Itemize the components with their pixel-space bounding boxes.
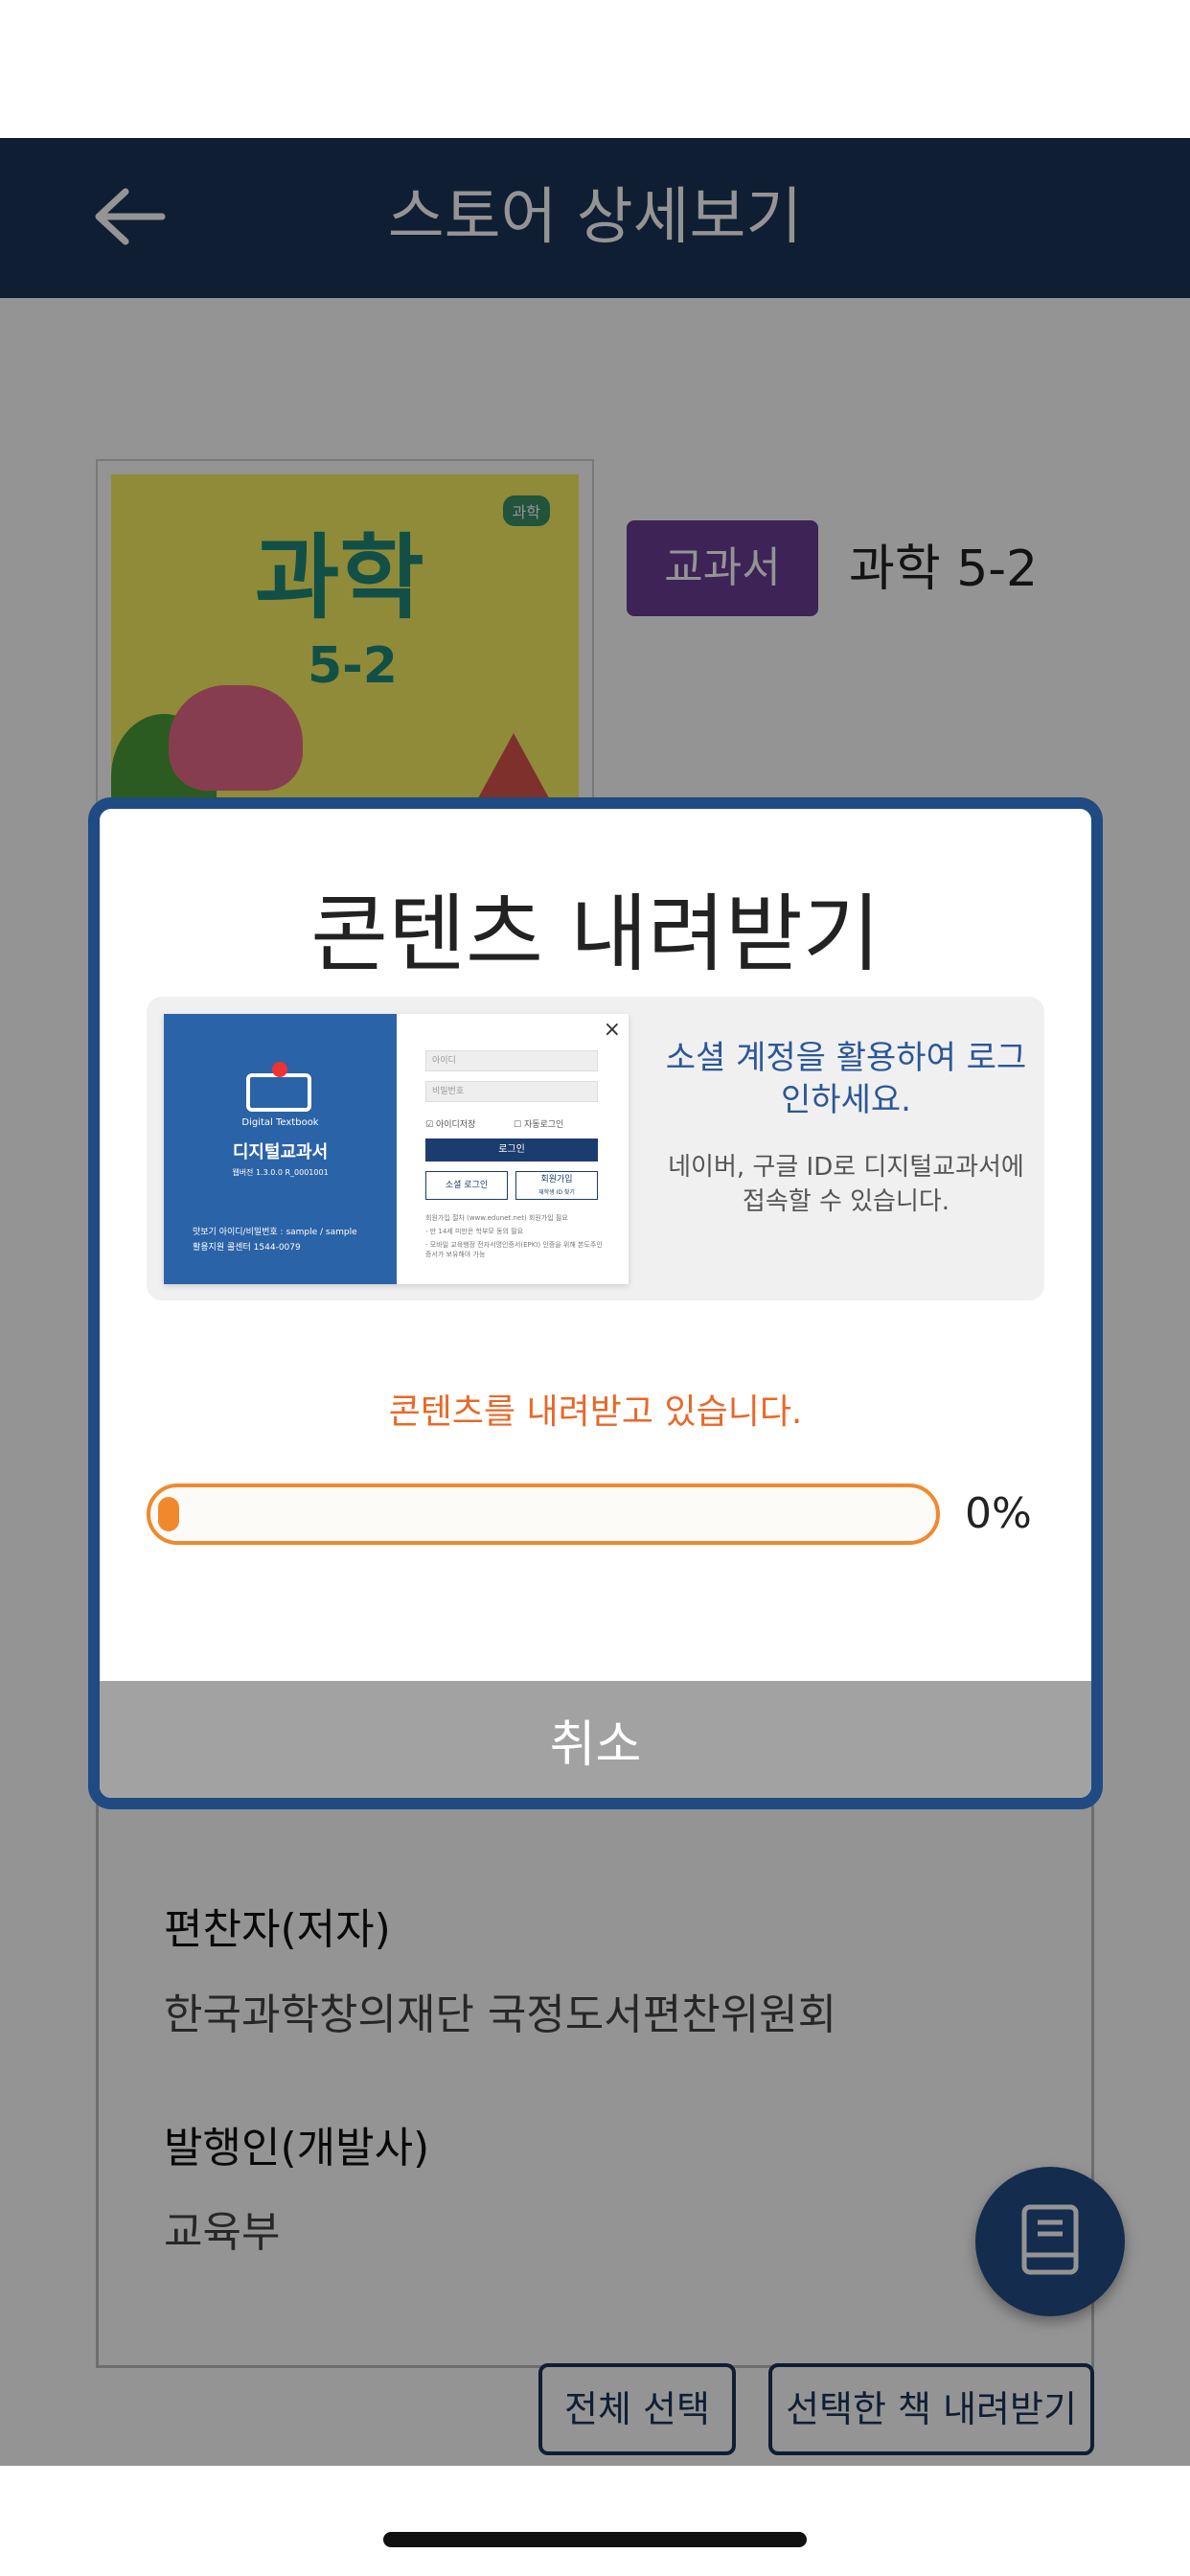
note-1: 회원가입 절차 (www.edunet.net) 회원가입 필요 (425, 1214, 568, 1222)
download-status: 콘텐츠를 내려받고 있습니다. (388, 1392, 803, 1432)
progress-fill (158, 1497, 179, 1531)
home-indicator (383, 2532, 807, 2547)
promo-title: 소셜 계정을 활용하여 로그인하세요. (665, 1039, 1027, 1119)
app-name: 디지털교과서 (232, 1142, 329, 1162)
login-form-preview: × 아이디 비밀번호 ☑ 아이디저장 ☐ 자동로그인 로그인 소셜 로그인 회원… (397, 1014, 629, 1284)
login-screenshot: Digital Textbook 디지털교과서 웹버전 1.3.0.0 R_00… (164, 1014, 629, 1284)
progress-percent: 0% (965, 1489, 1032, 1538)
save-id-check: ☑ 아이디저장 (425, 1120, 476, 1130)
auto-login-check: ☐ 자동로그인 (514, 1120, 564, 1130)
download-progress-bar (147, 1484, 940, 1545)
login-button-preview: 로그인 (425, 1138, 598, 1162)
note-2: - 만 14세 미만은 학부모 동의 필요 (425, 1228, 524, 1235)
note-3: - 모바일 교육행정 전자서명인증서(EPKI) 인증을 위해 본도주인증서가 … (425, 1241, 603, 1258)
login-promo-banner: Digital Textbook 디지털교과서 웹버전 1.3.0.0 R_00… (147, 997, 1044, 1300)
app-version: 웹버전 1.3.0.0 R_0001001 (232, 1168, 329, 1177)
modal-title: 콘텐츠 내려받기 (310, 885, 881, 983)
app-small-title: Digital Textbook (241, 1117, 319, 1128)
logo-dot-icon (272, 1062, 287, 1077)
pw-field-preview: 비밀번호 (425, 1081, 598, 1102)
close-icon: × (603, 1018, 621, 1042)
sample-account-text: 맛보기 아이디/비밀번호 : sample / sample (193, 1228, 357, 1237)
signup-button-preview: 회원가입 재학생 ID 찾기 (515, 1171, 598, 1200)
promo-description: 네이버, 구글 ID로 디지털교과서에 접속할 수 있습니다. (668, 1153, 1024, 1216)
social-login-button-preview: 소셜 로그인 (425, 1171, 508, 1200)
download-modal: 콘텐츠 내려받기 Digital Textbook 디지털교과서 웹버전 1.3… (88, 797, 1103, 1809)
cancel-button[interactable]: 취소 (100, 1681, 1091, 1798)
login-brand-panel: Digital Textbook 디지털교과서 웹버전 1.3.0.0 R_00… (164, 1014, 397, 1284)
id-field-preview: 아이디 (425, 1050, 598, 1071)
digital-textbook-logo-icon (246, 1073, 311, 1112)
callcenter-text: 활용지원 콜센터 1544-0079 (193, 1243, 301, 1253)
